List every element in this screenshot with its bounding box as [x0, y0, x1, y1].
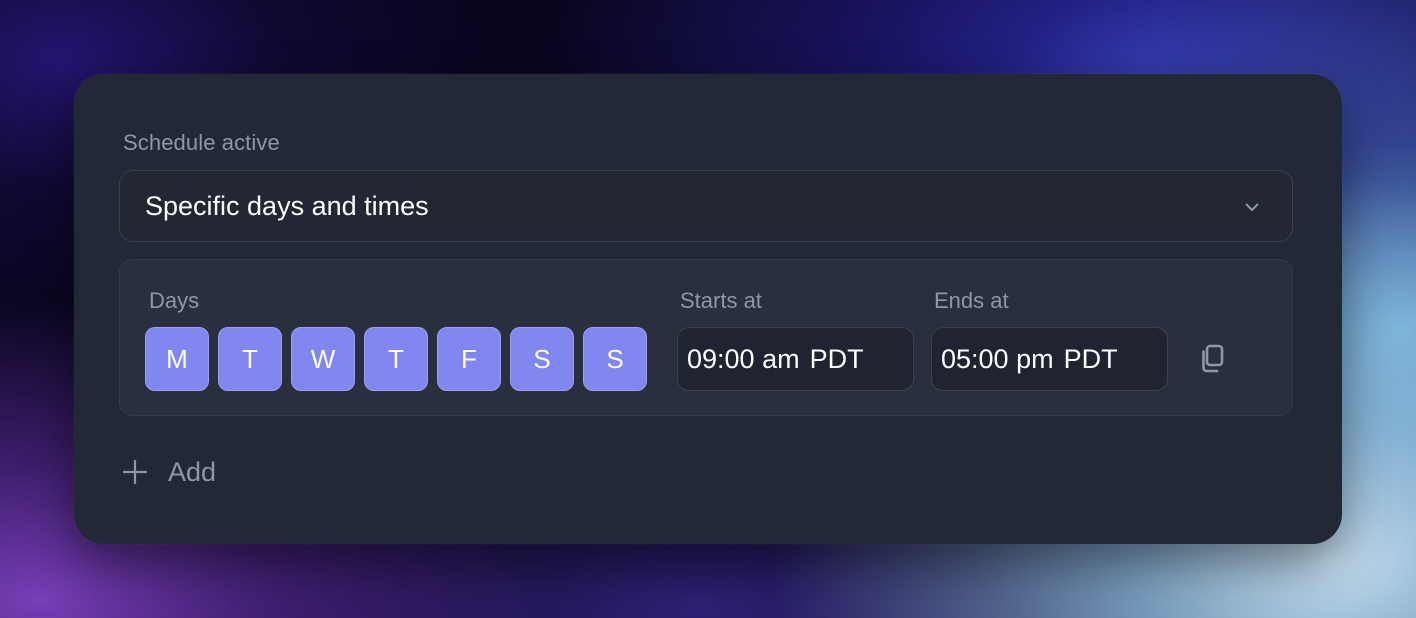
start-timezone: PDT — [809, 344, 864, 374]
starts-at-label: Starts at — [680, 288, 762, 313]
start-time: 09:00 am — [687, 344, 800, 374]
days-label: Days — [149, 288, 200, 313]
end-timezone: PDT — [1063, 344, 1118, 374]
end-time: 05:00 pm — [941, 344, 1054, 374]
day-toggle-thursday[interactable]: T — [364, 327, 428, 391]
schedule-type-select[interactable]: Specific days and times — [119, 170, 1293, 242]
copy-icon[interactable] — [1198, 343, 1228, 375]
add-label: Add — [168, 456, 217, 487]
schedule-active-label: Schedule active — [123, 130, 280, 155]
day-toggle-sunday[interactable]: S — [583, 327, 647, 391]
ends-at-label: Ends at — [934, 288, 1009, 313]
schedule-type-value: Specific days and times — [145, 191, 429, 221]
day-toggle-tuesday[interactable]: T — [218, 327, 282, 391]
add-schedule-button[interactable]: Add — [123, 452, 216, 492]
day-toggle-saturday[interactable]: S — [510, 327, 574, 391]
end-time-input[interactable]: 05:00 pm PDT — [931, 327, 1168, 391]
schedule-card: Schedule active Specific days and times … — [74, 74, 1342, 544]
start-time-value: 09:00 am PDT — [687, 344, 864, 375]
start-time-input[interactable]: 09:00 am PDT — [677, 327, 914, 391]
chevron-down-icon — [1245, 203, 1259, 211]
end-time-value: 05:00 pm PDT — [941, 344, 1118, 375]
day-toggle-wednesday[interactable]: W — [291, 327, 355, 391]
schedule-row: Days Starts at Ends at M T W T F S S 09:… — [119, 259, 1293, 416]
day-toggle-monday[interactable]: M — [145, 327, 209, 391]
plus-icon — [123, 460, 147, 484]
day-picker: M T W T F S S — [145, 327, 647, 391]
day-toggle-friday[interactable]: F — [437, 327, 501, 391]
